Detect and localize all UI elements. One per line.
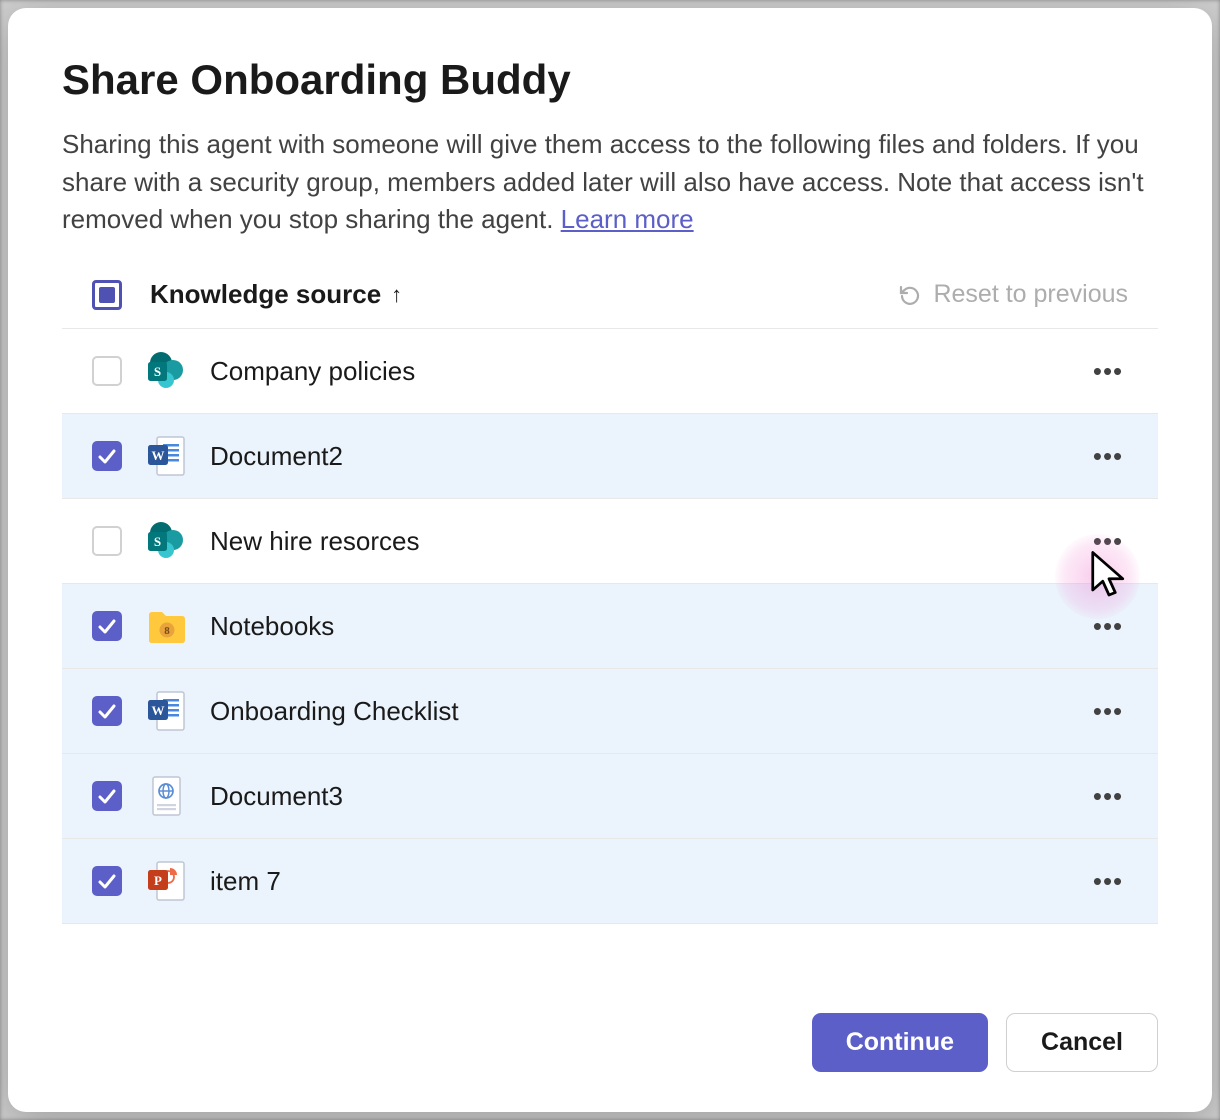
list-item[interactable]: New hire resorces ••• (62, 499, 1158, 584)
row-checkbox[interactable] (92, 696, 122, 726)
dialog-description: Sharing this agent with someone will giv… (62, 126, 1158, 239)
row-checkbox[interactable] (92, 526, 122, 556)
sharepoint-icon (146, 349, 186, 393)
reset-label: Reset to previous (933, 280, 1128, 309)
row-name: New hire resorces (210, 526, 1064, 557)
row-name: Onboarding Checklist (210, 696, 1064, 727)
more-options-button[interactable]: ••• (1088, 776, 1128, 816)
ellipsis-icon: ••• (1093, 611, 1123, 642)
select-all-checkbox[interactable] (92, 280, 122, 310)
web-icon (146, 774, 186, 818)
column-header-label: Knowledge source (150, 279, 381, 310)
folder-icon (146, 604, 186, 648)
more-options-button[interactable]: ••• (1088, 861, 1128, 901)
ellipsis-icon: ••• (1093, 441, 1123, 472)
learn-more-link[interactable]: Learn more (561, 204, 694, 234)
row-name: Notebooks (210, 611, 1064, 642)
check-icon (97, 786, 117, 806)
list-item[interactable]: Onboarding Checklist ••• (62, 669, 1158, 754)
row-name: Document3 (210, 781, 1064, 812)
undo-icon (897, 283, 921, 307)
dialog-title: Share Onboarding Buddy (62, 56, 1158, 104)
list-item[interactable]: Document2 ••• (62, 414, 1158, 499)
continue-button[interactable]: Continue (812, 1013, 988, 1072)
share-dialog: Share Onboarding Buddy Sharing this agen… (8, 8, 1212, 1112)
cancel-button[interactable]: Cancel (1006, 1013, 1158, 1072)
row-name: Document2 (210, 441, 1064, 472)
row-checkbox[interactable] (92, 866, 122, 896)
reset-to-previous-button: Reset to previous (897, 280, 1128, 309)
row-name: Company policies (210, 356, 1064, 387)
more-options-button[interactable]: ••• (1088, 691, 1128, 731)
knowledge-source-list: Company policies•••Document2•••New hire … (62, 328, 1158, 985)
more-options-button[interactable]: ••• (1088, 351, 1128, 391)
ellipsis-icon: ••• (1093, 781, 1123, 812)
ellipsis-icon: ••• (1093, 696, 1123, 727)
row-name: item 7 (210, 866, 1064, 897)
check-icon (97, 446, 117, 466)
check-icon (97, 701, 117, 721)
sort-ascending-icon: ↑ (391, 282, 402, 308)
list-item[interactable]: item 7 ••• (62, 839, 1158, 924)
word-icon (146, 689, 186, 733)
row-checkbox[interactable] (92, 356, 122, 386)
row-checkbox[interactable] (92, 611, 122, 641)
row-checkbox[interactable] (92, 781, 122, 811)
more-options-button[interactable]: ••• (1088, 606, 1128, 646)
more-options-button[interactable]: ••• (1088, 436, 1128, 476)
column-header-name[interactable]: Knowledge source ↑ (150, 279, 402, 310)
list-header: Knowledge source ↑ Reset to previous (62, 269, 1158, 328)
ellipsis-icon: ••• (1093, 356, 1123, 387)
powerpoint-icon (146, 859, 186, 903)
row-checkbox[interactable] (92, 441, 122, 471)
list-item[interactable]: Notebooks ••• (62, 584, 1158, 669)
ellipsis-icon: ••• (1093, 526, 1123, 557)
ellipsis-icon: ••• (1093, 866, 1123, 897)
check-icon (97, 871, 117, 891)
more-options-button[interactable]: ••• (1088, 521, 1128, 561)
list-item[interactable]: Company policies ••• (62, 329, 1158, 414)
word-icon (146, 434, 186, 478)
check-icon (97, 616, 117, 636)
list-item[interactable]: Document3 ••• (62, 754, 1158, 839)
dialog-footer: Continue Cancel (62, 985, 1158, 1072)
sharepoint-icon (146, 519, 186, 563)
